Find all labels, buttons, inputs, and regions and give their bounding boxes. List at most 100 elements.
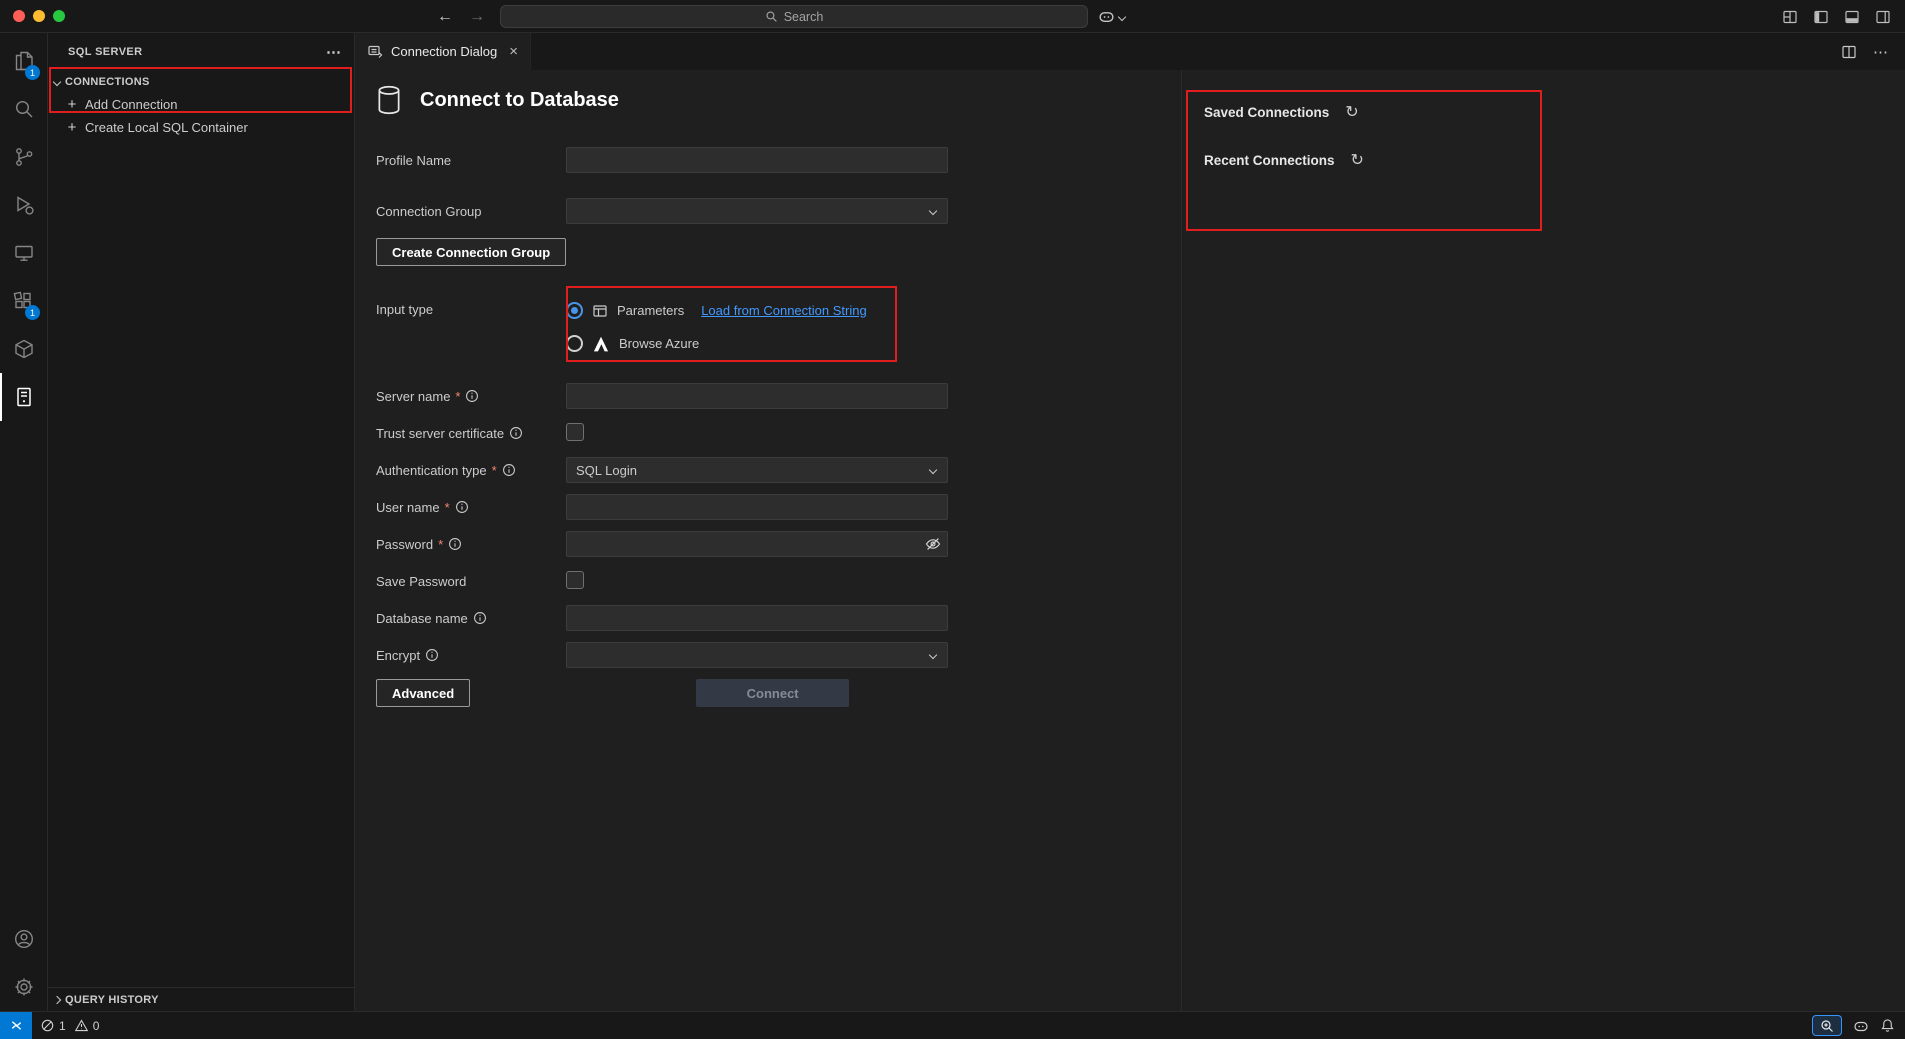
- parameters-icon: [592, 303, 608, 319]
- extensions-badge: 1: [25, 305, 40, 320]
- azure-icon: [592, 335, 610, 353]
- parameters-radio-label: Parameters: [617, 303, 684, 318]
- explorer-icon[interactable]: 1: [0, 37, 47, 85]
- auth-type-dropdown[interactable]: SQL Login: [566, 457, 948, 483]
- connections-panel: Saved Connections ↻ Recent Connections ↻: [1181, 70, 1905, 1011]
- split-editor-icon[interactable]: [1841, 44, 1857, 60]
- chevron-down-icon: [929, 466, 937, 474]
- back-icon[interactable]: ←: [437, 8, 453, 26]
- chevron-down-icon: [53, 77, 61, 85]
- activity-bar: 1 1: [0, 33, 48, 1011]
- create-container-label: Create Local SQL Container: [85, 120, 248, 135]
- source-control-icon[interactable]: [0, 133, 47, 181]
- connection-group-dropdown[interactable]: [566, 198, 948, 224]
- copilot-menu[interactable]: [1098, 0, 1125, 33]
- add-connection-item[interactable]: + Add Connection: [48, 93, 354, 116]
- connections-section-header[interactable]: CONNECTIONS: [48, 70, 354, 93]
- page-title: Connect to Database: [420, 89, 619, 112]
- info-icon[interactable]: [473, 611, 487, 625]
- chevron-down-icon: [929, 651, 937, 659]
- connect-button[interactable]: Connect: [696, 679, 849, 707]
- password-input[interactable]: [566, 531, 948, 557]
- editor-more-icon[interactable]: ⋯: [1873, 43, 1889, 61]
- explorer-badge: 1: [25, 65, 40, 80]
- connection-dialog-form: Connect to Database Profile Name Connect…: [355, 70, 1181, 1011]
- minimize-window-button[interactable]: [33, 10, 45, 22]
- tab-label: Connection Dialog: [391, 44, 497, 59]
- command-search-box[interactable]: Search: [500, 5, 1088, 28]
- tab-bar: Connection Dialog × ⋯: [355, 33, 1905, 70]
- create-local-sql-container-item[interactable]: + Create Local SQL Container: [48, 116, 354, 139]
- extensions-icon[interactable]: 1: [0, 277, 47, 325]
- toggle-primary-sidebar-icon[interactable]: [1813, 9, 1829, 25]
- info-icon[interactable]: [509, 426, 523, 440]
- zoom-indicator[interactable]: [1812, 1015, 1842, 1036]
- input-type-radio-group: Parameters Load from Connection String B…: [566, 294, 867, 360]
- toggle-password-visibility-icon[interactable]: [925, 536, 941, 552]
- required-marker: *: [455, 389, 460, 404]
- run-debug-icon[interactable]: [0, 181, 47, 229]
- database-name-input[interactable]: [566, 605, 948, 631]
- accounts-icon[interactable]: [0, 915, 47, 963]
- tab-connection-dialog[interactable]: Connection Dialog ×: [355, 33, 531, 70]
- info-icon[interactable]: [465, 389, 479, 403]
- errors-icon: [41, 1019, 54, 1032]
- refresh-icon[interactable]: ↻: [1351, 150, 1364, 170]
- notifications-bell-icon[interactable]: [1880, 1018, 1895, 1033]
- containers-icon[interactable]: [0, 325, 47, 373]
- close-icon[interactable]: ×: [509, 43, 518, 60]
- search-icon: [765, 10, 778, 23]
- plus-icon: +: [66, 119, 78, 136]
- user-name-label: User name: [376, 500, 440, 515]
- problems-indicator[interactable]: 1 0: [32, 1019, 103, 1033]
- toggle-secondary-sidebar-icon[interactable]: [1875, 9, 1891, 25]
- save-password-checkbox[interactable]: [566, 571, 584, 589]
- saved-connections-label: Saved Connections: [1204, 105, 1329, 120]
- remote-explorer-icon[interactable]: [0, 229, 47, 277]
- search-view-icon[interactable]: [0, 85, 47, 133]
- connection-dialog-tab-icon: [367, 44, 383, 60]
- customize-layout-icon[interactable]: [1782, 9, 1798, 25]
- connection-group-label: Connection Group: [376, 204, 566, 219]
- query-history-section-header[interactable]: QUERY HISTORY: [48, 987, 354, 1011]
- add-connection-label: Add Connection: [85, 97, 178, 112]
- connections-section-label: CONNECTIONS: [65, 76, 150, 88]
- profile-name-input[interactable]: [566, 147, 948, 173]
- warning-count: 0: [93, 1019, 100, 1033]
- trust-cert-checkbox[interactable]: [566, 423, 584, 441]
- trust-cert-label: Trust server certificate: [376, 426, 504, 441]
- info-icon[interactable]: [455, 500, 469, 514]
- server-name-input[interactable]: [566, 383, 948, 409]
- parameters-radio[interactable]: [566, 302, 583, 319]
- input-type-label: Input type: [376, 302, 566, 317]
- sidebar-more-icon[interactable]: ⋯: [326, 43, 342, 61]
- sidebar: SQL SERVER ⋯ CONNECTIONS + Add Connectio…: [48, 33, 355, 1011]
- encrypt-label: Encrypt: [376, 648, 420, 663]
- database-name-label: Database name: [376, 611, 468, 626]
- sidebar-title: SQL SERVER: [68, 46, 143, 58]
- maximize-window-button[interactable]: [53, 10, 65, 22]
- close-window-button[interactable]: [13, 10, 25, 22]
- chevron-right-icon: [53, 995, 61, 1003]
- settings-gear-icon[interactable]: [0, 963, 47, 1011]
- load-from-connection-string-link[interactable]: Load from Connection String: [701, 303, 866, 318]
- info-icon[interactable]: [448, 537, 462, 551]
- info-icon[interactable]: [502, 463, 516, 477]
- forward-icon[interactable]: →: [469, 8, 485, 26]
- copilot-status-icon[interactable]: [1853, 1018, 1869, 1034]
- auth-type-value: SQL Login: [576, 463, 637, 478]
- advanced-button[interactable]: Advanced: [376, 679, 470, 707]
- browse-azure-radio-label: Browse Azure: [619, 336, 699, 351]
- required-marker: *: [445, 500, 450, 515]
- user-name-input[interactable]: [566, 494, 948, 520]
- remote-indicator[interactable]: [0, 1012, 32, 1039]
- required-marker: *: [438, 537, 443, 552]
- database-icon: [376, 85, 402, 115]
- info-icon[interactable]: [425, 648, 439, 662]
- encrypt-dropdown[interactable]: [566, 642, 948, 668]
- toggle-panel-icon[interactable]: [1844, 9, 1860, 25]
- sql-server-view-icon[interactable]: [0, 373, 47, 421]
- refresh-icon[interactable]: ↻: [1345, 102, 1358, 122]
- create-connection-group-button[interactable]: Create Connection Group: [376, 238, 566, 266]
- browse-azure-radio[interactable]: [566, 335, 583, 352]
